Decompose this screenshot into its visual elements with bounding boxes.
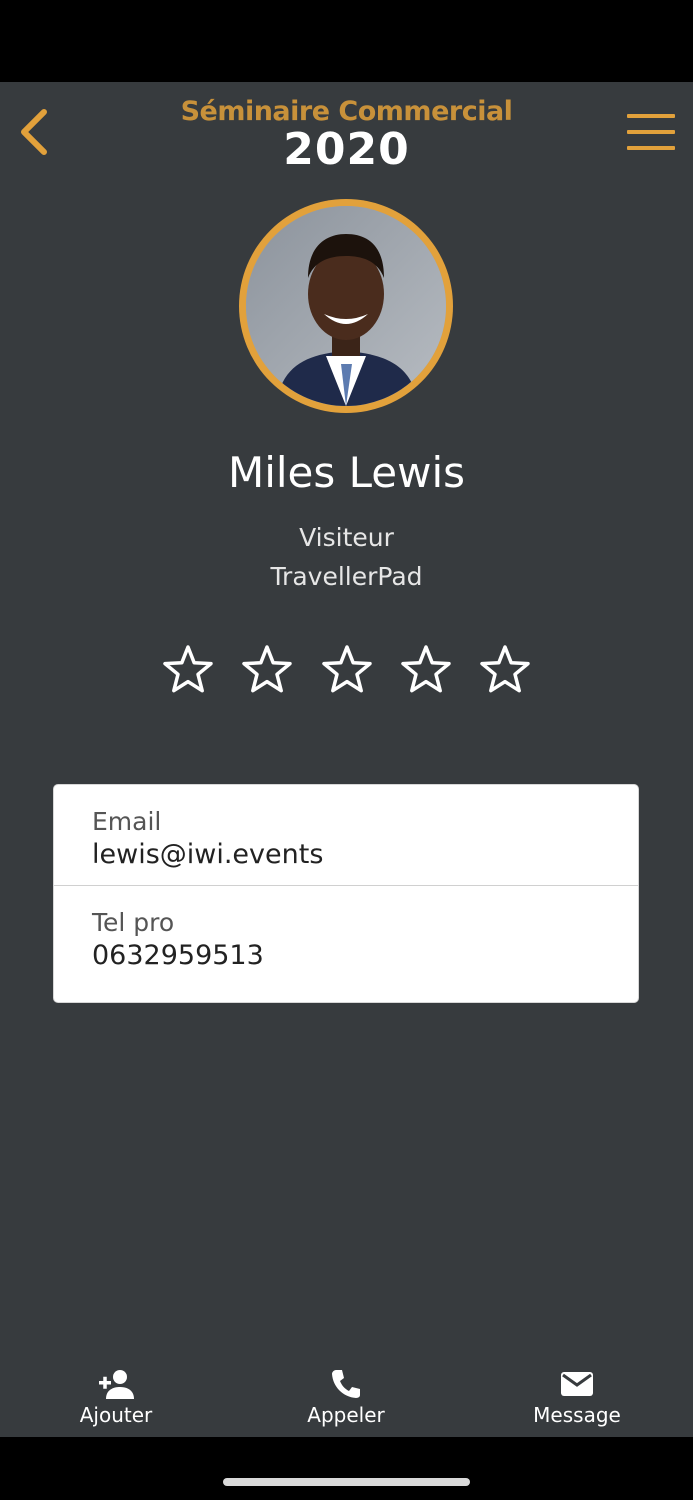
star-icon[interactable]: [398, 642, 454, 698]
star-icon[interactable]: [239, 642, 295, 698]
envelope-icon: [561, 1372, 593, 1396]
add-contact-label: Ajouter: [79, 1403, 153, 1427]
star-icon[interactable]: [319, 642, 375, 698]
contact-detail-screen: Séminaire Commercial 2020 Miles Lewis Vi…: [0, 82, 693, 1437]
phone-row[interactable]: Tel pro 0632959513: [54, 885, 638, 985]
phone-icon: [332, 1370, 360, 1398]
logo-year: 2020: [283, 124, 410, 175]
phone-value[interactable]: 0632959513: [92, 938, 638, 974]
email-value[interactable]: lewis@iwi.events: [92, 837, 638, 873]
profile-photo: [246, 206, 446, 406]
message-label: Message: [533, 1403, 621, 1427]
email-row[interactable]: Email lewis@iwi.events: [54, 785, 638, 885]
home-indicator[interactable]: [223, 1478, 470, 1486]
avatar: [239, 199, 453, 413]
contact-info-card: Email lewis@iwi.events Tel pro 063295951…: [53, 784, 639, 1003]
profile-name: Miles Lewis: [227, 448, 466, 497]
star-icon[interactable]: [160, 642, 216, 698]
bottom-action-bar: Ajouter Appeler Message: [0, 1357, 693, 1437]
hamburger-menu-icon: [627, 114, 675, 150]
star-icon[interactable]: [477, 642, 533, 698]
email-label: Email: [92, 807, 162, 836]
rating-stars: [0, 642, 693, 702]
profile-role: Visiteur: [299, 523, 394, 552]
event-logo: Séminaire Commercial 2020: [0, 96, 693, 172]
add-contact-button[interactable]: Ajouter: [36, 1367, 196, 1433]
home-bar: [0, 1437, 693, 1500]
header: Séminaire Commercial 2020: [0, 82, 693, 192]
profile-company: TravellerPad: [270, 562, 423, 591]
call-button[interactable]: Appeler: [266, 1367, 426, 1433]
phone-label: Tel pro: [92, 908, 175, 937]
person-add-icon: [99, 1370, 134, 1399]
call-label: Appeler: [307, 1403, 385, 1427]
status-bar: [0, 0, 693, 82]
message-button[interactable]: Message: [497, 1367, 657, 1433]
menu-button[interactable]: [625, 110, 679, 154]
